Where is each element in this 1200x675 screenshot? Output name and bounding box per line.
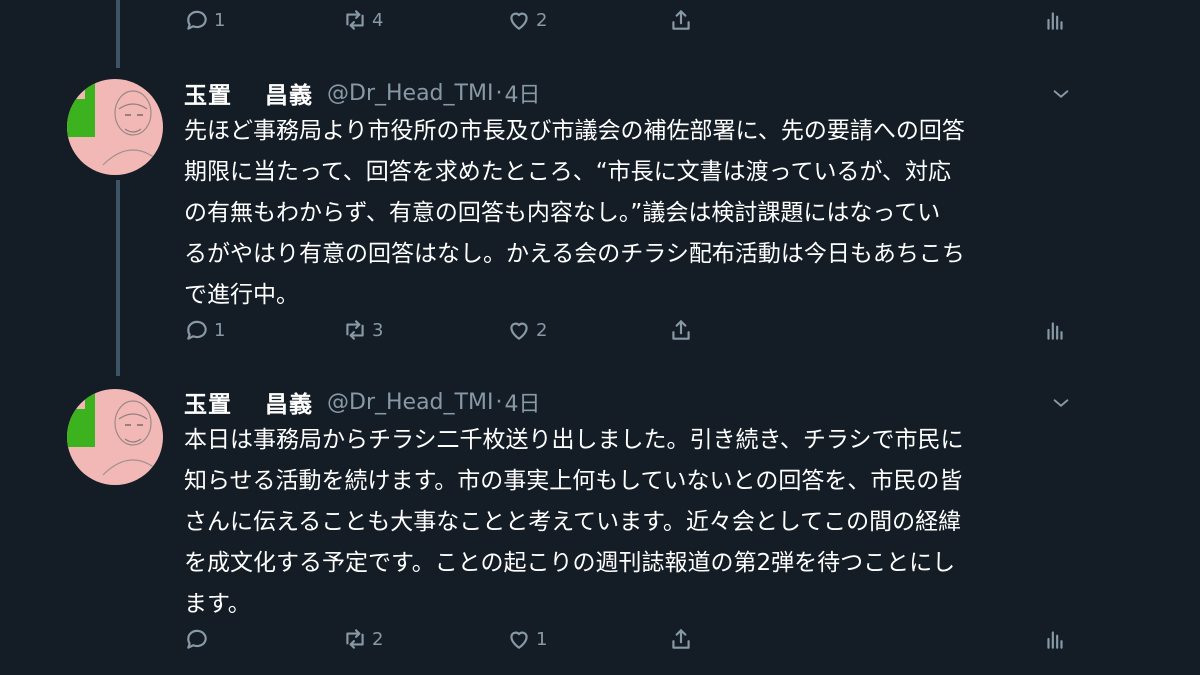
chevron-down-icon — [1053, 399, 1069, 407]
share-icon — [672, 629, 690, 649]
retweet-count: 4 — [372, 9, 384, 31]
tweet-text: 本日は事務局からチラシ二千枚送り出しました。引き続き、チラシで市民に 知らせる活… — [184, 427, 964, 617]
analytics-button[interactable] — [1042, 0, 1068, 40]
analytics-icon — [1047, 12, 1063, 30]
reply-count: 1 — [214, 319, 226, 341]
tweet-actions: 1 3 2 — [184, 310, 1074, 350]
like-count: 1 — [536, 628, 548, 650]
display-name[interactable]: 玉置 昌義 — [184, 76, 313, 110]
separator-dot: · — [495, 80, 503, 106]
like-button[interactable]: 2 — [506, 0, 547, 40]
analytics-icon — [1047, 322, 1063, 340]
tweet-text: 先ほど事務局より市役所の市長及び市議会の補佐部署に、先の要請への回答 期限に当た… — [184, 118, 965, 308]
timeline: 1 4 2 玉置 昌義 @Dr_Head_TMI · 4日 先ほど事務局より市役… — [0, 0, 1200, 675]
user-handle[interactable]: @Dr_Head_TMI — [327, 390, 493, 415]
avatar-portrait — [102, 90, 163, 166]
retweet-button[interactable]: 2 — [342, 619, 383, 659]
analytics-icon — [1047, 631, 1063, 649]
heart-icon — [510, 12, 528, 30]
more-options-button[interactable] — [1050, 83, 1072, 105]
tweet-actions: 2 1 — [184, 619, 1074, 659]
like-count: 2 — [536, 9, 548, 31]
retweet-count: 3 — [372, 319, 384, 341]
share-icon — [672, 10, 690, 30]
timestamp[interactable]: 4日 — [504, 77, 540, 109]
retweet-icon — [346, 10, 364, 30]
avatar-green-patch — [85, 79, 95, 99]
analytics-button[interactable] — [1042, 310, 1068, 350]
avatar-portrait — [102, 400, 163, 476]
share-button[interactable] — [668, 310, 694, 350]
user-handle[interactable]: @Dr_Head_TMI — [327, 81, 493, 106]
heart-icon — [510, 322, 528, 340]
heart-icon — [510, 631, 528, 649]
thread-connector-top — [116, 0, 120, 68]
avatar-green-patch — [67, 409, 95, 447]
avatar[interactable] — [67, 389, 163, 485]
avatar-green-patch — [85, 389, 95, 409]
reply-button[interactable] — [184, 619, 214, 659]
reply-count: 1 — [214, 9, 226, 31]
reply-button[interactable]: 1 — [184, 0, 225, 40]
retweet-button[interactable]: 3 — [342, 310, 383, 350]
thread-connector-middle — [116, 180, 120, 376]
separator-dot: · — [495, 389, 503, 415]
share-button[interactable] — [668, 0, 694, 40]
share-icon — [672, 320, 690, 340]
reply-icon — [187, 10, 207, 30]
like-button[interactable]: 1 — [506, 619, 547, 659]
tweet-header: 玉置 昌義 @Dr_Head_TMI · 4日 — [184, 385, 540, 419]
avatar[interactable] — [67, 79, 163, 175]
avatar-green-patch — [67, 99, 95, 137]
retweet-button[interactable]: 4 — [342, 0, 383, 40]
reply-icon — [187, 629, 207, 649]
timestamp[interactable]: 4日 — [504, 386, 540, 418]
retweet-count: 2 — [372, 628, 384, 650]
display-name[interactable]: 玉置 昌義 — [184, 385, 313, 419]
previous-tweet-actions: 1 4 2 — [184, 0, 1074, 40]
retweet-icon — [346, 320, 364, 340]
share-button[interactable] — [668, 619, 694, 659]
retweet-icon — [346, 629, 364, 649]
more-options-button[interactable] — [1050, 392, 1072, 414]
analytics-button[interactable] — [1042, 619, 1068, 659]
reply-button[interactable]: 1 — [184, 310, 225, 350]
reply-icon — [187, 320, 207, 340]
chevron-down-icon — [1053, 90, 1069, 98]
like-count: 2 — [536, 319, 548, 341]
like-button[interactable]: 2 — [506, 310, 547, 350]
tweet-header: 玉置 昌義 @Dr_Head_TMI · 4日 — [184, 76, 540, 110]
